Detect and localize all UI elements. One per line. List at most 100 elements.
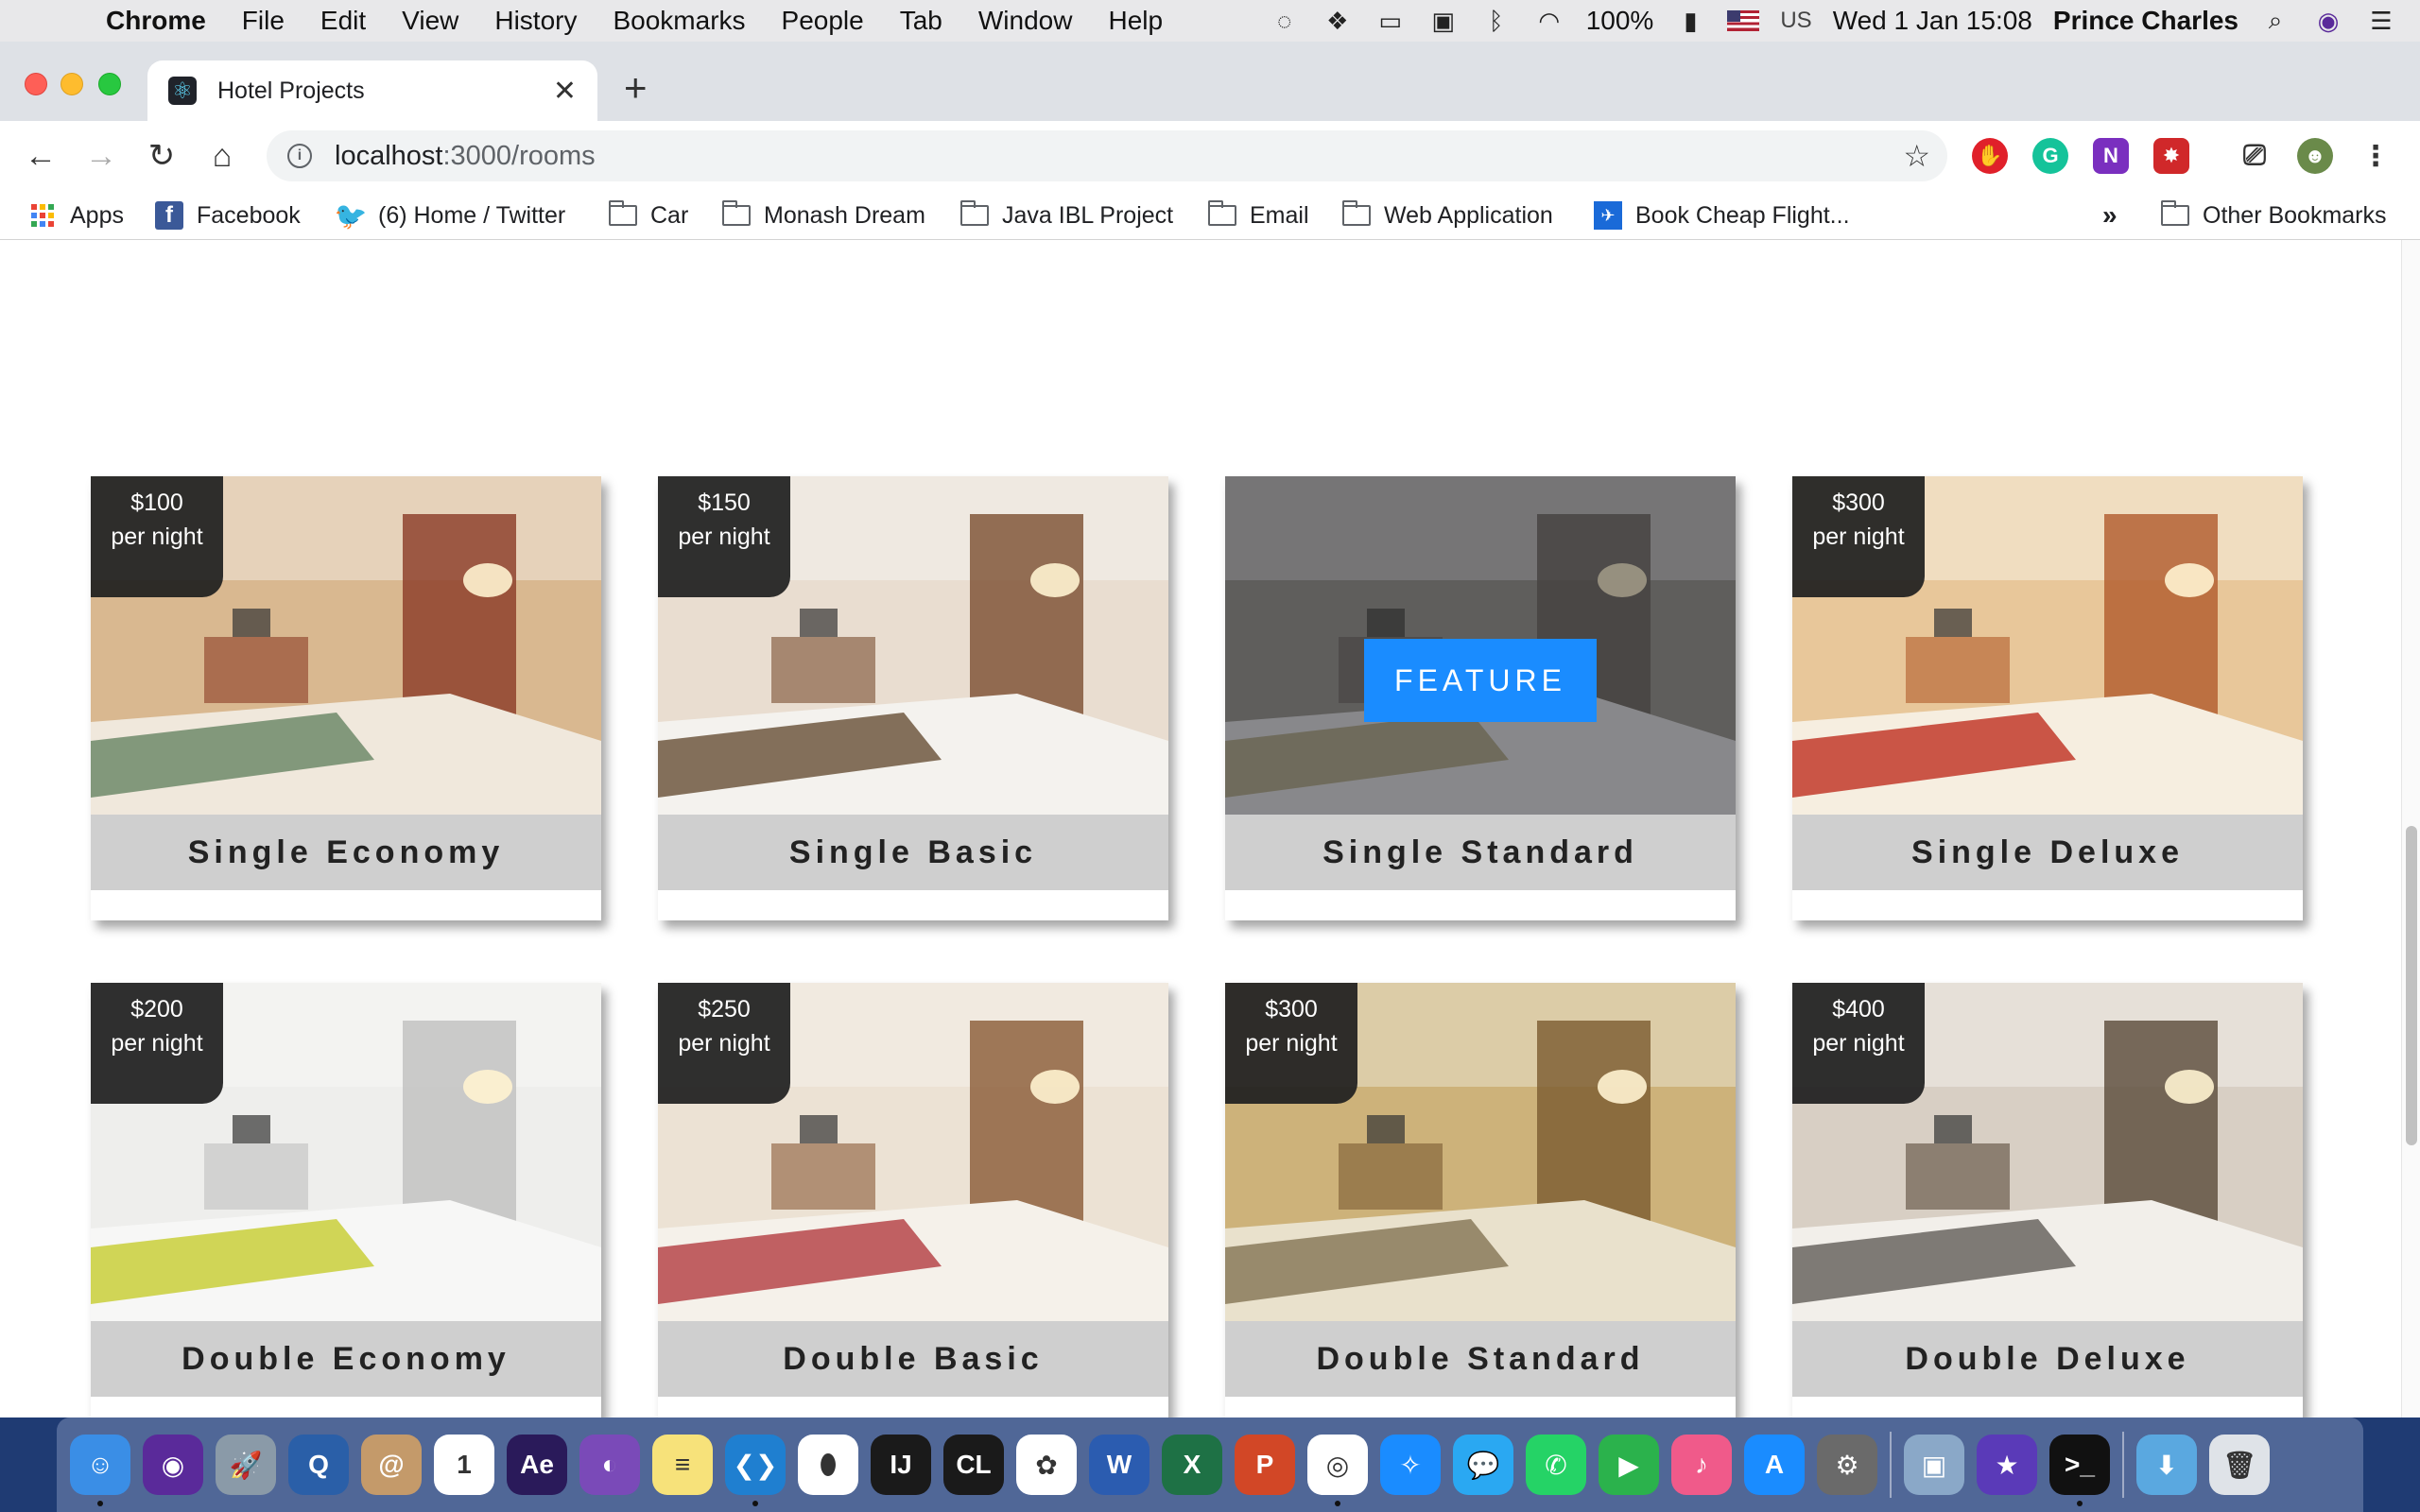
fullscreen-window-button[interactable] <box>98 73 121 95</box>
bookmark-folder-monash-dream[interactable]: Monash Dream <box>722 198 925 232</box>
url-text[interactable]: localhost:3000/rooms <box>335 141 596 172</box>
new-tab-button[interactable]: + <box>624 68 648 108</box>
siri-menu-icon[interactable]: ◉ <box>2312 5 2344 37</box>
battery-icon[interactable]: ▮ <box>1674 5 1706 37</box>
downloads-folder-icon[interactable]: ⬇ <box>2136 1435 2197 1495</box>
page-scrollbar[interactable] <box>2401 240 2420 1418</box>
room-name[interactable]: Double Economy <box>91 1321 601 1397</box>
reload-button[interactable]: ↻ <box>140 134 183 178</box>
photos-icon[interactable]: ✿ <box>1016 1435 1077 1495</box>
us-flag-icon[interactable] <box>1727 10 1760 31</box>
room-card[interactable]: $100 per night Single Economy <box>91 476 601 920</box>
site-info-icon[interactable]: i <box>287 144 312 168</box>
display-icon[interactable]: ▭ <box>1374 5 1407 37</box>
safari-icon[interactable]: ✧ <box>1380 1435 1441 1495</box>
close-tab-icon[interactable]: ✕ <box>553 75 577 108</box>
cast-icon[interactable]: ⎚ <box>2237 138 2273 174</box>
room-card[interactable]: FEATURE Single Standard <box>1225 476 1736 920</box>
clion-icon[interactable]: CL <box>943 1435 1004 1495</box>
room-name[interactable]: Single Basic <box>658 815 1168 890</box>
tab-hotel-projects[interactable]: ⚛ Hotel Projects ✕ <box>147 60 597 121</box>
bookmark-apps[interactable]: Apps <box>28 198 124 232</box>
dropbox-icon[interactable]: ❖ <box>1322 5 1354 37</box>
notes-icon[interactable]: ≡ <box>652 1435 713 1495</box>
home-button[interactable]: ⌂ <box>200 134 244 178</box>
chrome-menu-icon[interactable]: ⋮ <box>2358 138 2394 174</box>
bookmark-folder-car[interactable]: Car <box>609 198 688 232</box>
room-card[interactable]: $200 per night Double Economy <box>91 983 601 1418</box>
launchpad-icon[interactable]: 🚀 <box>216 1435 276 1495</box>
address-bar[interactable]: i localhost:3000/rooms ☆ <box>267 130 1947 181</box>
bookmark-folder-email[interactable]: Email <box>1208 198 1309 232</box>
menu-file[interactable]: File <box>242 6 285 36</box>
room-card[interactable]: $300 per night Double Standard <box>1225 983 1736 1418</box>
user-name[interactable]: Prince Charles <box>2053 6 2238 36</box>
bookmark-star-icon[interactable]: ☆ <box>1903 138 1930 174</box>
minimize-window-button[interactable] <box>60 73 83 95</box>
room-name[interactable]: Single Standard <box>1225 815 1736 890</box>
after-effects-icon[interactable]: Ae <box>507 1435 567 1495</box>
menu-edit[interactable]: Edit <box>320 6 366 36</box>
menu-tab[interactable]: Tab <box>900 6 942 36</box>
onenote-extension-icon[interactable]: N <box>2093 138 2129 174</box>
menu-window[interactable]: Window <box>978 6 1073 36</box>
facetime-icon[interactable]: ▶ <box>1599 1435 1659 1495</box>
system-preferences-icon[interactable]: ⚙ <box>1817 1435 1877 1495</box>
notification-center-icon[interactable]: ☰ <box>2365 5 2397 37</box>
profile-avatar[interactable]: ☻ <box>2297 138 2333 174</box>
intellij-icon[interactable]: IJ <box>871 1435 931 1495</box>
bookmark-twitter[interactable]: 🐦 (6) Home / Twitter <box>335 198 566 232</box>
spotlight-icon[interactable]: ⌕ <box>2259 5 2291 37</box>
powerpoint-icon[interactable]: P <box>1235 1435 1295 1495</box>
siri-icon[interactable]: ◉ <box>143 1435 203 1495</box>
bluetooth-icon[interactable]: ᛒ <box>1480 5 1512 37</box>
bookmark-folder-java-ibl-project[interactable]: Java IBL Project <box>960 198 1173 232</box>
room-name[interactable]: Double Deluxe <box>1792 1321 2303 1397</box>
room-name[interactable]: Single Economy <box>91 815 601 890</box>
close-window-button[interactable] <box>25 73 47 95</box>
excel-icon[interactable]: X <box>1162 1435 1222 1495</box>
menu-people[interactable]: People <box>782 6 864 36</box>
finder-icon[interactable]: ☺ <box>70 1435 130 1506</box>
menu-bookmarks[interactable]: Bookmarks <box>613 6 745 36</box>
word-icon[interactable]: W <box>1089 1435 1150 1495</box>
room-card[interactable]: $150 per night Single Basic <box>658 476 1168 920</box>
calendar-icon[interactable]: 1 <box>434 1435 494 1495</box>
contacts-icon[interactable]: @ <box>361 1435 422 1495</box>
grammarly-extension-icon[interactable]: G <box>2032 138 2068 174</box>
room-name[interactable]: Double Basic <box>658 1321 1168 1397</box>
whatsapp-icon[interactable]: ✆ <box>1526 1435 1586 1495</box>
room-card[interactable]: $300 per night Single Deluxe <box>1792 476 2303 920</box>
imovie-icon[interactable]: ★ <box>1977 1435 2037 1495</box>
menu-app-name[interactable]: Chrome <box>106 6 206 36</box>
menu-view[interactable]: View <box>402 6 458 36</box>
other-bookmarks[interactable]: Other Bookmarks <box>2161 198 2387 232</box>
quicktime-icon[interactable]: Q <box>288 1435 349 1495</box>
menu-history[interactable]: History <box>494 6 577 36</box>
terminal-icon[interactable]: >_ <box>2049 1435 2110 1506</box>
bookmark-book-cheap-flight[interactable]: ✈ Book Cheap Flight... <box>1594 198 1850 232</box>
chrome-icon[interactable]: ◎ <box>1307 1435 1368 1506</box>
itunes-icon[interactable]: ♪ <box>1671 1435 1732 1495</box>
room-card[interactable]: $250 per night Double Basic <box>658 983 1168 1418</box>
back-button[interactable]: ← <box>19 134 62 178</box>
github-desktop-icon[interactable]: ◐ <box>579 1435 640 1495</box>
clipboard-icon[interactable]: ▣ <box>1427 5 1460 37</box>
room-name[interactable]: Double Standard <box>1225 1321 1736 1397</box>
feature-button[interactable]: FEATURE <box>1364 639 1597 722</box>
bookmark-folder-web-application[interactable]: Web Application <box>1342 198 1553 232</box>
bookmark-facebook[interactable]: f Facebook <box>155 198 301 232</box>
wifi-icon[interactable]: ◠ <box>1533 5 1565 37</box>
sync-status-icon[interactable]: ◌ <box>1269 5 1301 37</box>
vscode-icon[interactable]: ❮❯ <box>725 1435 786 1506</box>
room-card[interactable]: $400 per night Double Deluxe <box>1792 983 2303 1418</box>
menu-clock[interactable]: Wed 1 Jan 15:08 <box>1833 6 2032 36</box>
messages-icon[interactable]: 💬 <box>1453 1435 1513 1495</box>
trash-icon[interactable]: 🗑 <box>2209 1435 2270 1495</box>
app-store-icon[interactable]: A <box>1744 1435 1805 1495</box>
bookmarks-overflow-button[interactable]: » <box>2102 198 2118 232</box>
forward-button[interactable]: → <box>79 134 123 178</box>
adblock-extension-icon[interactable]: ✋ <box>1972 138 2008 174</box>
scrollbar-thumb[interactable] <box>2406 826 2417 1145</box>
input-source-label[interactable]: US <box>1780 8 1811 34</box>
